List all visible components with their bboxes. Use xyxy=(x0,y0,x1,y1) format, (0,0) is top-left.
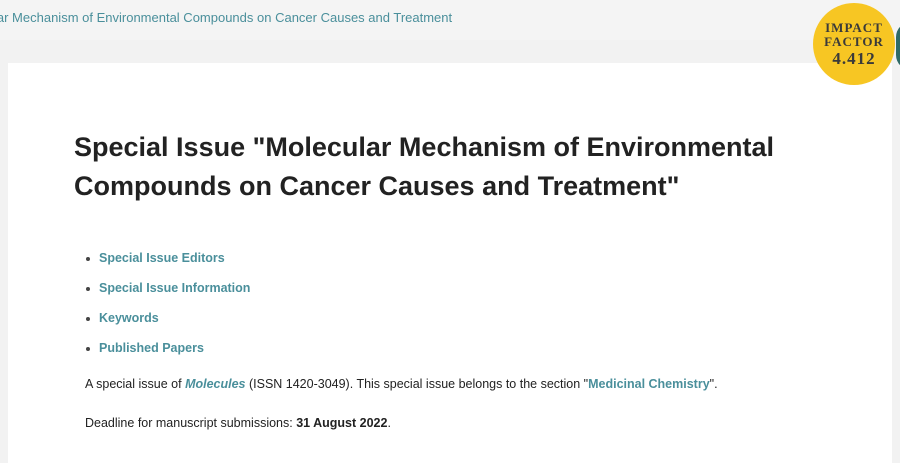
journal-info: A special issue of Molecules (ISSN 1420-… xyxy=(85,377,718,391)
badge-value: 4.412 xyxy=(832,49,876,68)
toc-item: Special Issue Information xyxy=(84,280,250,310)
toc-link-information[interactable]: Special Issue Information xyxy=(99,281,250,295)
deadline-label: Deadline for manuscript submissions: xyxy=(85,416,297,430)
breadcrumb: lar Mechanism of Environmental Compounds… xyxy=(0,0,900,40)
toc-link-keywords[interactable]: Keywords xyxy=(99,311,159,325)
bullet-icon xyxy=(86,257,90,261)
bullet-icon xyxy=(86,287,90,291)
toc-item: Published Papers xyxy=(84,340,250,370)
badge-line-factor: FACTOR xyxy=(824,34,884,49)
journal-info-issn: (ISSN 1420-3049). This special issue bel… xyxy=(245,377,589,391)
breadcrumb-link[interactable]: lar Mechanism of Environmental Compounds… xyxy=(0,0,452,36)
deadline-date: 31 August 2022 xyxy=(296,416,388,430)
page-title: Special Issue "Molecular Mechanism of En… xyxy=(74,132,775,201)
toc-item: Special Issue Editors xyxy=(84,250,250,280)
journal-info-suffix: ". xyxy=(709,377,718,391)
bullet-icon xyxy=(86,317,90,321)
toc-item: Keywords xyxy=(84,310,250,340)
journal-link[interactable]: Molecules xyxy=(185,377,245,391)
toc-list: Special Issue Editors Special Issue Info… xyxy=(84,250,250,370)
impact-factor-badge[interactable]: IMPACT FACTOR 4.412 xyxy=(813,3,895,85)
deadline-suffix: . xyxy=(387,416,391,430)
journal-info-prefix: A special issue of xyxy=(85,377,186,391)
section-link[interactable]: Medicinal Chemistry xyxy=(588,377,710,391)
badge-line-impact: IMPACT xyxy=(825,20,883,35)
toc-link-papers[interactable]: Published Papers xyxy=(99,341,204,355)
deadline-info: Deadline for manuscript submissions: 31 … xyxy=(85,416,391,430)
toc-link-editors[interactable]: Special Issue Editors xyxy=(99,251,225,265)
bullet-icon xyxy=(86,347,90,351)
